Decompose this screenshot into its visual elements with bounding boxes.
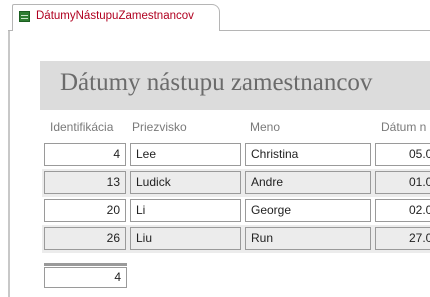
last-name-field[interactable]: Liu <box>130 227 241 250</box>
report-title: Dátumy nástupu zamestnancov <box>60 69 373 96</box>
id-field[interactable]: 20 <box>44 199 126 222</box>
first-name-field[interactable]: Christina <box>245 143 371 166</box>
document-tab-strip: DátumyNástupuZamestnancov <box>8 0 430 31</box>
navigation-pane-edge <box>0 0 9 297</box>
report-icon <box>19 11 30 22</box>
first-name-field[interactable]: Run <box>245 227 371 250</box>
first-name-field[interactable]: Andre <box>245 171 371 194</box>
column-header-last-name: Priezvisko <box>132 120 187 134</box>
column-header-hire-date: Dátum n <box>381 120 427 134</box>
report-tab[interactable]: DátumyNástupuZamestnancov <box>12 4 220 31</box>
column-header-first-name: Meno <box>250 120 281 134</box>
report-footer-divider <box>44 263 127 266</box>
last-name-field[interactable]: Ludick <box>130 171 241 194</box>
last-name-field[interactable]: Li <box>130 199 241 222</box>
hire-date-field[interactable]: 27.03 <box>375 227 430 250</box>
table-row: 20 Li George 02.05 <box>42 197 430 225</box>
report-header: Dátumy nástupu zamestnancov <box>40 61 430 110</box>
report-canvas: Dátumy nástupu zamestnancov Identifikáci… <box>9 31 430 297</box>
hire-date-field[interactable]: 05.02 <box>375 143 430 166</box>
table-row: 26 Liu Run 27.03 <box>42 225 430 253</box>
first-name-field[interactable]: George <box>245 199 371 222</box>
last-name-field[interactable]: Lee <box>130 143 241 166</box>
hire-date-field[interactable]: 02.05 <box>375 199 430 222</box>
table-row: 4 Lee Christina 05.02 <box>42 141 430 169</box>
hire-date-field[interactable]: 01.04 <box>375 171 430 194</box>
id-field[interactable]: 4 <box>44 143 126 166</box>
record-count-field[interactable]: 4 <box>44 267 127 288</box>
id-field[interactable]: 26 <box>44 227 126 250</box>
column-header-id: Identifikácia <box>50 120 114 134</box>
report-tab-label: DátumyNástupuZamestnancov <box>36 10 194 22</box>
id-field[interactable]: 13 <box>44 171 126 194</box>
table-row: 13 Ludick Andre 01.04 <box>42 169 430 197</box>
